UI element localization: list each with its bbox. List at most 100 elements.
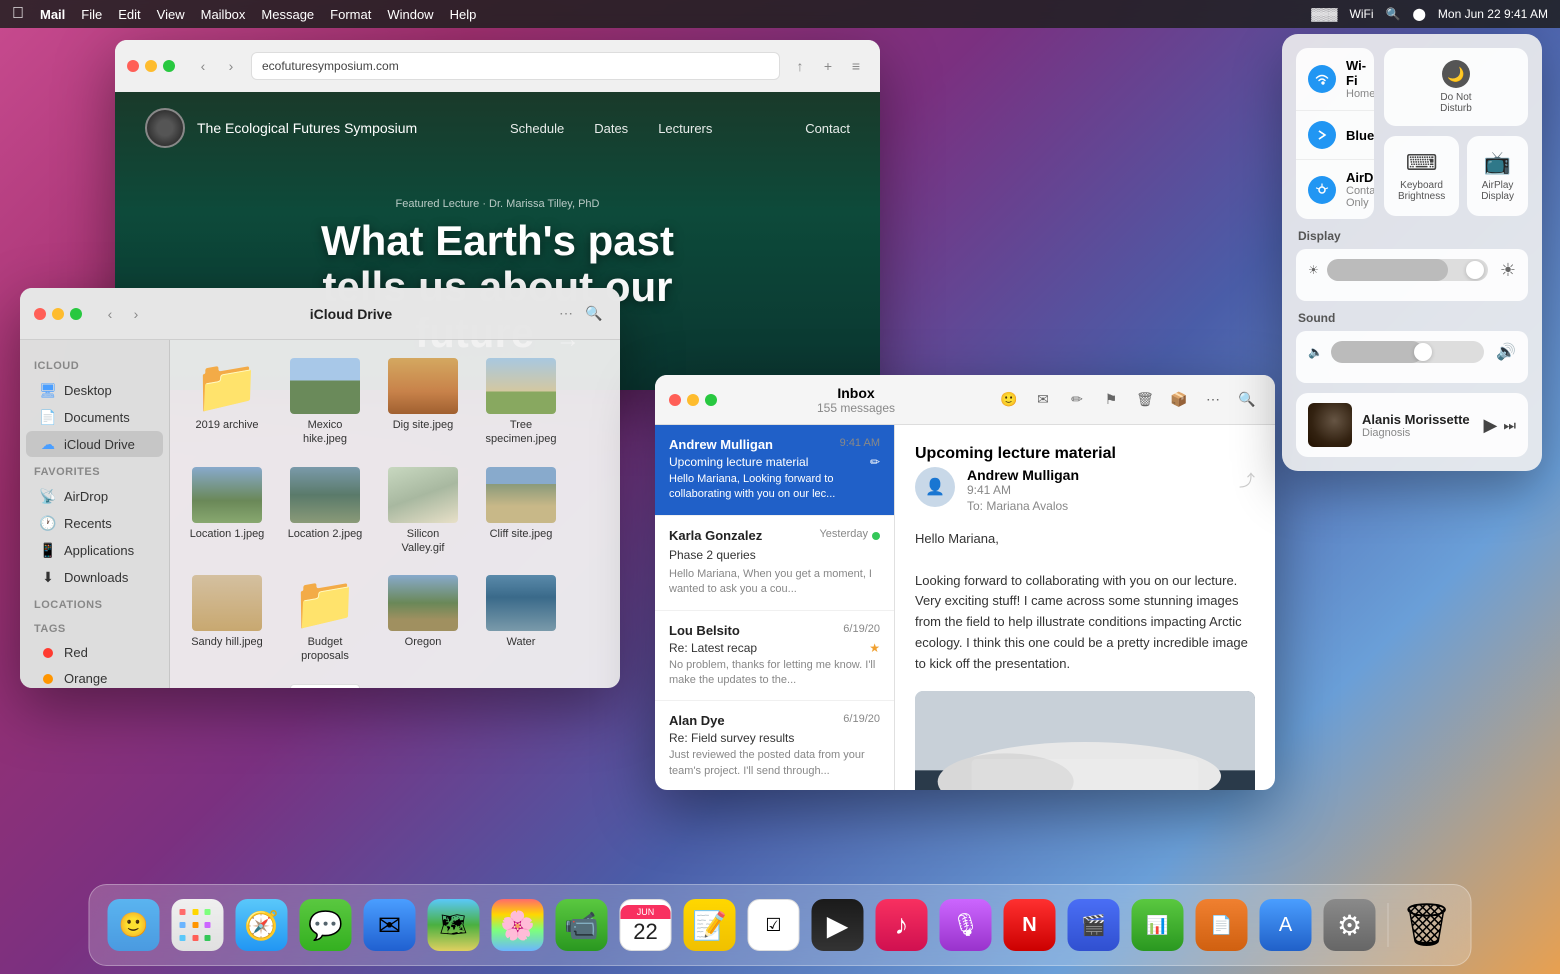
list-item[interactable]: Location 1.jpeg (182, 461, 272, 562)
list-item[interactable]: Silicon Valley.gif (378, 461, 468, 562)
nav-lecturers[interactable]: Lecturers (658, 121, 712, 136)
sidebar-item-desktop[interactable]: 🖥 Desktop (26, 377, 163, 403)
dock-finder[interactable]: 🙂 (104, 895, 164, 955)
list-item[interactable]: Tree specimen.jpeg (476, 352, 566, 453)
list-item[interactable]: Oregon (378, 569, 468, 670)
dock-keynote[interactable]: 🎬 (1064, 895, 1124, 955)
list-item[interactable]: Sandy hill.jpeg (182, 569, 272, 670)
browser-reader-button[interactable]: ≡ (844, 54, 868, 78)
dock-notes[interactable]: 📝 (680, 895, 740, 955)
dock-calendar[interactable]: JUN 22 (616, 895, 676, 955)
mail-close-button[interactable] (669, 394, 681, 406)
sidebar-item-applications[interactable]: 📱 Applications (26, 537, 163, 563)
sidebar-item-airdrop[interactable]: 📡 AirDrop (26, 483, 163, 509)
mail-search-icon[interactable]: 🔍 (1233, 386, 1261, 414)
browser-close-button[interactable] (127, 60, 139, 72)
dock-sysprefs[interactable]: ⚙ (1320, 895, 1380, 955)
menu-window[interactable]: Window (387, 7, 433, 22)
browser-add-tab-button[interactable]: + (816, 54, 840, 78)
mail-archive-icon[interactable]: 📦 (1165, 386, 1193, 414)
skip-button[interactable]: ⏭ (1503, 417, 1516, 434)
finder-maximize-button[interactable] (70, 308, 82, 320)
finder-back-button[interactable]: ‹ (98, 302, 122, 326)
dock-reminders[interactable]: ☑ (744, 895, 804, 955)
mail-flag-icon[interactable]: ⚑ (1097, 386, 1125, 414)
sidebar-item-red[interactable]: Red (26, 640, 163, 665)
list-item[interactable]: Dig site.jpeg (378, 352, 468, 453)
nav-schedule[interactable]: Schedule (510, 121, 564, 136)
menu-mailbox[interactable]: Mailbox (201, 7, 246, 22)
sidebar-item-recents[interactable]: 🕐 Recents (26, 510, 163, 536)
mail-reply-icon[interactable]: ⤴ (1239, 467, 1255, 491)
dock-facetime[interactable]: 📹 (552, 895, 612, 955)
finder-view-toggle[interactable]: ⋯ (554, 302, 578, 326)
sidebar-item-downloads[interactable]: ⬇ Downloads (26, 564, 163, 590)
menu-file[interactable]: File (81, 7, 102, 22)
finder-close-button[interactable] (34, 308, 46, 320)
list-item[interactable]: 📁 Thesis project (378, 678, 468, 688)
mail-compose-icon[interactable]: 🙂 (995, 386, 1023, 414)
dock-mail[interactable]: ✉ (360, 895, 420, 955)
nav-dates[interactable]: Dates (594, 121, 628, 136)
browser-forward-button[interactable]: › (219, 54, 243, 78)
sidebar-item-orange[interactable]: Orange (26, 666, 163, 688)
dock-podcasts[interactable]: 🎙 (936, 895, 996, 955)
browser-share-button[interactable]: ↑ (788, 54, 812, 78)
mail-delete-icon[interactable]: 🗑 (1131, 386, 1159, 414)
mail-minimize-button[interactable] (687, 394, 699, 406)
browser-back-button[interactable]: ‹ (191, 54, 215, 78)
sidebar-item-icloud[interactable]: ☁ iCloud Drive (26, 431, 163, 457)
cc-dnd-tile[interactable]: 🌙 Do NotDisturb (1384, 48, 1528, 126)
list-item[interactable]: Mexico hike.jpeg (280, 352, 370, 453)
sidebar-item-documents[interactable]: 📄 Documents (26, 404, 163, 430)
list-item[interactable]: Cliff site.jpeg (476, 461, 566, 562)
cc-keyboard-tile[interactable]: ⌨ KeyboardBrightness (1384, 136, 1459, 216)
mail-list-item[interactable]: Alan Dye 6/19/20 Re: Field survey result… (655, 701, 894, 790)
dock-pages[interactable]: 📄 (1192, 895, 1252, 955)
menu-help[interactable]: Help (450, 7, 477, 22)
app-name[interactable]: Mail (40, 7, 65, 22)
search-icon[interactable]: 🔍 (1386, 7, 1401, 21)
menu-message[interactable]: Message (261, 7, 314, 22)
dock-appstore[interactable]: A (1256, 895, 1316, 955)
display-sun-icon[interactable]: ☀ (1500, 260, 1516, 281)
list-item[interactable]: Location 2.jpeg (280, 461, 370, 562)
cc-wifi-row[interactable]: Wi-Fi Home (1296, 48, 1374, 111)
browser-maximize-button[interactable] (163, 60, 175, 72)
siri-icon[interactable]: ⬤ (1412, 7, 1425, 21)
finder-minimize-button[interactable] (52, 308, 64, 320)
dock-maps[interactable]: 🗺 (424, 895, 484, 955)
dock-safari[interactable]: 🧭 (232, 895, 292, 955)
dock-launchpad[interactable] (168, 895, 228, 955)
dock-trash[interactable]: 🗑 (1397, 895, 1457, 955)
mail-list-item[interactable]: Karla Gonzalez Yesterday Phase 2 queries… (655, 516, 894, 611)
sound-max-icon[interactable]: 🔊 (1496, 342, 1516, 362)
list-item[interactable]: 📁 Budget proposals (280, 569, 370, 670)
wifi-icon[interactable]: WiFi (1350, 7, 1374, 21)
mail-maximize-button[interactable] (705, 394, 717, 406)
cc-sound-slider[interactable] (1331, 341, 1484, 363)
browser-url-bar[interactable]: ecofuturesymposium.com (251, 52, 780, 80)
cc-airplay-tile[interactable]: 📺 AirPlayDisplay (1467, 136, 1528, 216)
list-item[interactable]: 📁 2019 archive (182, 352, 272, 453)
menu-view[interactable]: View (157, 7, 185, 22)
cc-airdrop-row[interactable]: AirDrop Contacts Only (1296, 160, 1374, 219)
finder-forward-button[interactable]: › (124, 302, 148, 326)
mail-list-item[interactable]: Andrew Mulligan 9:41 AM Upcoming lecture… (655, 425, 894, 516)
menu-edit[interactable]: Edit (118, 7, 140, 22)
list-item[interactable]: 📁 Intern (182, 678, 272, 688)
cc-display-slider[interactable] (1327, 259, 1488, 281)
dock-numbers[interactable]: 📊 (1128, 895, 1188, 955)
mail-more-icon[interactable]: ⋯ (1199, 386, 1227, 414)
finder-search-button[interactable]: 🔍 (582, 302, 606, 326)
browser-minimize-button[interactable] (145, 60, 157, 72)
dock-messages[interactable]: 💬 (296, 895, 356, 955)
mail-edit-icon[interactable]: ✏ (1063, 386, 1091, 414)
menu-format[interactable]: Format (330, 7, 371, 22)
cc-bluetooth-row[interactable]: Bluetooth (1296, 111, 1374, 160)
nav-contact[interactable]: Contact (805, 121, 850, 136)
dock-photos[interactable]: 🌸 (488, 895, 548, 955)
play-button[interactable]: ▶ (1484, 415, 1498, 436)
list-item[interactable]: Interview (280, 678, 370, 688)
dock-music[interactable]: ♪ (872, 895, 932, 955)
